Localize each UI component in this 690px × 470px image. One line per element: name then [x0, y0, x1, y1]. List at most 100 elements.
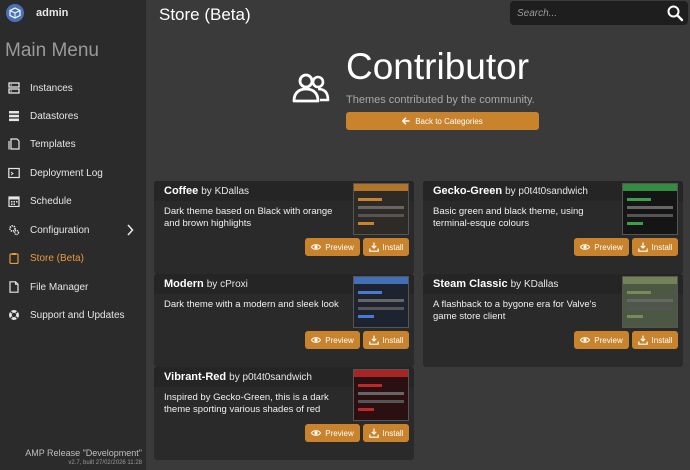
eye-icon: [311, 244, 322, 250]
release-info: AMP Release "Development" v2.7, built 27…: [0, 448, 146, 466]
sidebar-item-templates[interactable]: Templates: [0, 133, 146, 155]
sidebar-item-datastores[interactable]: Datastores: [0, 105, 146, 127]
theme-card: Steam Classic by KDallas A flashback to a …: [423, 274, 683, 367]
install-button[interactable]: Install: [363, 424, 409, 442]
download-icon: [368, 335, 379, 345]
theme-name: Vibrant-Red: [164, 371, 227, 383]
sidebar-item-deployment-log[interactable]: Deployment Log: [0, 162, 146, 184]
preview-label: Preview: [594, 335, 623, 345]
preview-button[interactable]: Preview: [574, 331, 629, 349]
search-icon[interactable]: [666, 4, 684, 22]
sidebar-item-label: Support and Updates: [30, 309, 125, 321]
download-icon: [637, 335, 648, 345]
theme-description: Basic green and black theme, using termi…: [433, 206, 584, 229]
search-box: [510, 1, 688, 25]
sidebar-item-label: Datastores: [30, 110, 79, 122]
cube-icon: [9, 7, 21, 19]
install-button[interactable]: Install: [632, 331, 678, 349]
sidebar-item-configuration[interactable]: Configuration: [0, 219, 146, 241]
preview-button[interactable]: Preview: [574, 238, 629, 256]
install-button[interactable]: Install: [363, 331, 409, 349]
sidebar-item-store[interactable]: Store (Beta): [0, 247, 146, 269]
theme-author: by cProxi: [206, 278, 248, 290]
sidebar-item-label: Deployment Log: [30, 167, 103, 179]
install-label: Install: [651, 242, 673, 252]
terminal-icon: [8, 167, 20, 179]
back-to-categories-label: Back to Categories: [415, 116, 483, 126]
file-icon: [8, 281, 20, 293]
install-label: Install: [382, 335, 404, 345]
eye-icon: [580, 244, 591, 250]
theme-author: by KDallas: [510, 278, 559, 290]
search-input[interactable]: [517, 5, 657, 21]
sidebar-item-label: Instances: [30, 82, 73, 94]
download-icon: [637, 242, 648, 252]
server-icon: [8, 82, 20, 94]
theme-name: Steam Classic: [433, 278, 508, 290]
theme-thumbnail[interactable]: [353, 276, 409, 328]
calendar-icon: [8, 195, 20, 207]
eye-icon: [580, 337, 591, 343]
install-label: Install: [651, 335, 673, 345]
theme-description: A flashback to a bygone era for Valve's …: [433, 299, 597, 322]
preview-label: Preview: [325, 242, 354, 252]
theme-thumbnail[interactable]: [353, 369, 409, 421]
sidebar-item-label: Store (Beta): [30, 252, 84, 264]
eye-icon: [311, 337, 322, 343]
release-version: v2.7, built 27/02/2026 11:28: [68, 460, 142, 466]
download-icon: [368, 428, 379, 438]
category-title: Contributor: [346, 46, 530, 87]
install-button[interactable]: Install: [363, 238, 409, 256]
database-icon: [8, 110, 20, 122]
sidebar-item-label: Schedule: [30, 195, 72, 207]
eye-icon: [311, 430, 322, 436]
back-to-categories-button[interactable]: Back to Categories: [346, 112, 539, 130]
sidebar-item-instances[interactable]: Instances: [0, 77, 146, 99]
theme-name: Coffee: [164, 185, 199, 197]
theme-author: by KDallas: [201, 185, 250, 197]
theme-description: Dark theme based on Black with orange an…: [164, 206, 333, 229]
avatar: [6, 4, 24, 22]
theme-card: Vibrant-Red by p0t4t0sandwich Inspired by …: [154, 367, 414, 460]
users-icon: [292, 73, 330, 103]
theme-author: by p0t4t0sandwich: [229, 371, 312, 383]
clipboard-icon: [8, 252, 20, 264]
theme-thumbnail[interactable]: [622, 276, 678, 328]
theme-name: Modern: [164, 278, 204, 290]
preview-button[interactable]: Preview: [305, 331, 360, 349]
theme-card: Gecko-Green by p0t4t0sandwich Basic green …: [423, 181, 683, 274]
sidebar-item-label: Configuration: [30, 224, 90, 236]
theme-name: Gecko-Green: [433, 185, 503, 197]
preview-label: Preview: [594, 242, 623, 252]
download-icon: [368, 242, 379, 252]
release-title: AMP Release "Development": [25, 448, 142, 458]
preview-label: Preview: [325, 428, 354, 438]
theme-card: Modern by cProxi Dark theme with a modern …: [154, 274, 414, 367]
sidebar-item-label: Templates: [30, 138, 76, 150]
theme-description: Inspired by Gecko-Green, this is a dark …: [164, 392, 329, 415]
preview-button[interactable]: Preview: [305, 424, 360, 442]
install-button[interactable]: Install: [632, 238, 678, 256]
user-name: admin: [36, 7, 69, 19]
theme-thumbnail[interactable]: [622, 183, 678, 235]
theme-author: by p0t4t0sandwich: [505, 185, 588, 197]
sidebar-item-label: File Manager: [30, 281, 89, 293]
preview-button[interactable]: Preview: [305, 238, 360, 256]
preview-label: Preview: [325, 335, 354, 345]
sidebar-item-file-manager[interactable]: File Manager: [0, 276, 146, 298]
user-info[interactable]: admin: [0, 0, 146, 26]
sidebar-item-schedule[interactable]: Schedule: [0, 190, 146, 212]
sidebar-item-support[interactable]: Support and Updates: [0, 304, 146, 326]
sidebar: admin Main Menu Instances Datastores Tem…: [0, 0, 146, 470]
install-label: Install: [382, 428, 404, 438]
theme-thumbnail[interactable]: [353, 183, 409, 235]
category-subtitle: Themes contributed by the community.: [346, 94, 535, 106]
theme-card: Coffee by KDallas Dark theme based on Blac…: [154, 181, 414, 274]
page-title: Store (Beta): [159, 5, 251, 24]
arrow-left-icon: [402, 117, 410, 125]
chevron-right-icon: [127, 224, 134, 236]
theme-description: Dark theme with a modern and sleek look: [164, 299, 339, 310]
lifebuoy-icon: [8, 309, 20, 321]
gears-icon: [8, 224, 20, 236]
install-label: Install: [382, 242, 404, 252]
